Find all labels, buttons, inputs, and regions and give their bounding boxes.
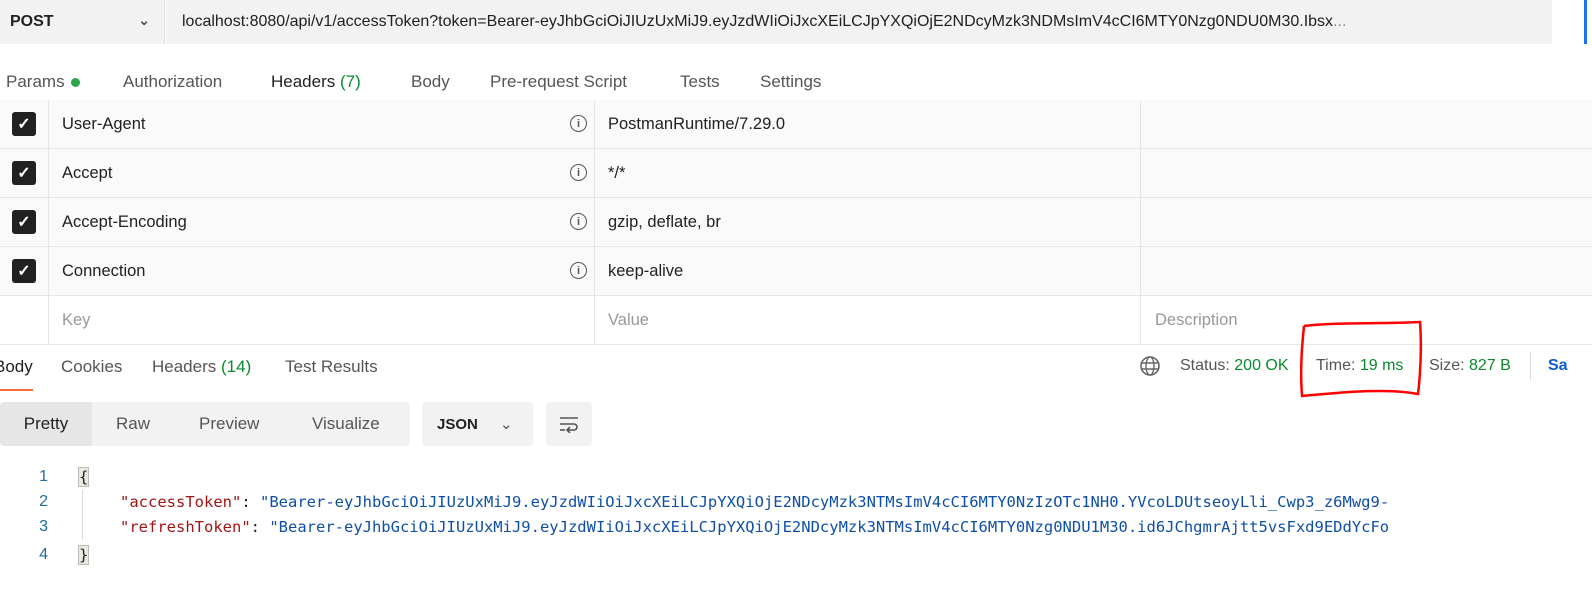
header-value[interactable]: */* bbox=[595, 149, 1141, 197]
json-key: "refreshToken" bbox=[120, 518, 251, 536]
status: Status: 200 OK bbox=[1180, 357, 1289, 375]
response-tab-test-results[interactable]: Test Results bbox=[285, 357, 378, 377]
close-brace: } bbox=[78, 545, 90, 565]
method-select[interactable]: POST ⌄ bbox=[0, 0, 165, 44]
tab-params[interactable]: Params bbox=[6, 72, 80, 92]
url-ellipsis: ... bbox=[1333, 13, 1347, 30]
row-checkbox[interactable]: ✓ bbox=[12, 112, 36, 136]
url-text: localhost:8080/api/v1/accessToken?token=… bbox=[182, 13, 1334, 30]
info-icon[interactable]: i bbox=[570, 115, 587, 132]
info-icon[interactable]: i bbox=[570, 164, 587, 181]
chevron-down-icon: ⌄ bbox=[138, 12, 150, 28]
status-value: 200 OK bbox=[1234, 357, 1289, 374]
tab-headers[interactable]: Headers (7) bbox=[271, 72, 361, 108]
tab-label: Headers bbox=[271, 72, 336, 91]
header-key[interactable]: Accept bbox=[49, 149, 595, 197]
header-description[interactable] bbox=[1141, 100, 1592, 148]
indent-guide bbox=[82, 490, 83, 540]
view-mode-segmented: Pretty Raw Preview Visualize bbox=[0, 402, 410, 446]
view-visualize[interactable]: Visualize bbox=[312, 414, 380, 434]
json-value: "Bearer-eyJhbGciOiJIUzUxMiJ9.eyJzdWIiOiJ… bbox=[260, 493, 1390, 511]
tab-settings[interactable]: Settings bbox=[760, 72, 821, 92]
value-input[interactable]: Value bbox=[595, 296, 1141, 344]
save-response-button[interactable]: Sa bbox=[1548, 357, 1568, 375]
response-tab-headers[interactable]: Headers (14) bbox=[152, 357, 251, 377]
header-value[interactable]: PostmanRuntime/7.29.0 bbox=[595, 100, 1141, 148]
tab-tests[interactable]: Tests bbox=[680, 72, 720, 92]
wrap-icon bbox=[560, 417, 578, 433]
key-input[interactable]: Key bbox=[49, 296, 595, 344]
tab-label: Headers bbox=[152, 357, 217, 376]
response-headers-count: (14) bbox=[221, 357, 252, 376]
format-select[interactable]: JSON ⌄ bbox=[422, 402, 533, 446]
json-key: "accessToken" bbox=[120, 493, 242, 511]
row-checkbox[interactable]: ✓ bbox=[12, 259, 36, 283]
header-key[interactable]: Accept-Encoding bbox=[49, 198, 595, 246]
tab-label: Params bbox=[6, 72, 65, 91]
table-row: ✓ User-Agent i PostmanRuntime/7.29.0 bbox=[0, 100, 1592, 149]
header-key[interactable]: User-Agent bbox=[49, 100, 595, 148]
line-number: 1 bbox=[39, 468, 48, 485]
status-label: Status: bbox=[1180, 357, 1230, 374]
size: Size: 827 B bbox=[1429, 357, 1511, 375]
info-icon[interactable]: i bbox=[570, 213, 587, 230]
row-checkbox[interactable]: ✓ bbox=[12, 210, 36, 234]
headers-count: (7) bbox=[340, 72, 361, 91]
json-value: "Bearer-eyJhbGciOiJIUzUxMiJ9.eyJzdWIiOiJ… bbox=[269, 518, 1390, 536]
table-row: ✓ Accept i */* bbox=[0, 149, 1592, 198]
line-number: 2 bbox=[39, 493, 48, 510]
tab-body[interactable]: Body bbox=[411, 72, 450, 92]
table-row: ✓ Connection i keep-alive bbox=[0, 247, 1592, 296]
view-raw[interactable]: Raw bbox=[116, 414, 150, 434]
header-value[interactable]: gzip, deflate, br bbox=[595, 198, 1141, 246]
format-label: JSON bbox=[437, 415, 478, 433]
line-number: 3 bbox=[39, 518, 48, 535]
globe-icon[interactable] bbox=[1139, 355, 1161, 377]
info-icon[interactable]: i bbox=[570, 262, 587, 279]
view-preview[interactable]: Preview bbox=[199, 414, 259, 434]
header-description[interactable] bbox=[1141, 247, 1592, 295]
response-tab-cookies[interactable]: Cookies bbox=[61, 357, 122, 377]
json-line-refresh-token: "refreshToken": "Bearer-eyJhbGciOiJIUzUx… bbox=[120, 518, 1389, 536]
tab-pre-request-script[interactable]: Pre-request Script bbox=[490, 72, 627, 92]
response-tab-body[interactable]: Body bbox=[0, 357, 33, 391]
url-input[interactable]: localhost:8080/api/v1/accessToken?token=… bbox=[166, 0, 1552, 44]
header-description[interactable] bbox=[1141, 198, 1592, 246]
json-line-access-token: "accessToken": "Bearer-eyJhbGciOiJIUzUxM… bbox=[120, 493, 1389, 511]
scrollbar[interactable] bbox=[1584, 0, 1587, 44]
header-description[interactable] bbox=[1141, 149, 1592, 197]
size-value: 827 B bbox=[1469, 357, 1511, 374]
header-value[interactable]: keep-alive bbox=[595, 247, 1141, 295]
params-active-dot bbox=[70, 78, 80, 88]
json-colon: : bbox=[250, 518, 270, 536]
tab-authorization[interactable]: Authorization bbox=[123, 72, 222, 92]
wrap-lines-button[interactable] bbox=[546, 402, 592, 446]
header-key[interactable]: Connection bbox=[49, 247, 595, 295]
row-checkbox[interactable]: ✓ bbox=[12, 161, 36, 185]
size-label: Size: bbox=[1429, 357, 1465, 374]
method-label: POST bbox=[10, 13, 54, 30]
json-colon: : bbox=[241, 493, 260, 511]
view-pretty[interactable]: Pretty bbox=[0, 402, 92, 446]
table-row: ✓ Accept-Encoding i gzip, deflate, br bbox=[0, 198, 1592, 247]
red-annotation-box bbox=[1299, 320, 1423, 398]
chevron-down-icon: ⌄ bbox=[499, 416, 513, 433]
open-brace: { bbox=[78, 467, 90, 487]
line-number: 4 bbox=[39, 546, 48, 563]
divider bbox=[1530, 352, 1531, 380]
